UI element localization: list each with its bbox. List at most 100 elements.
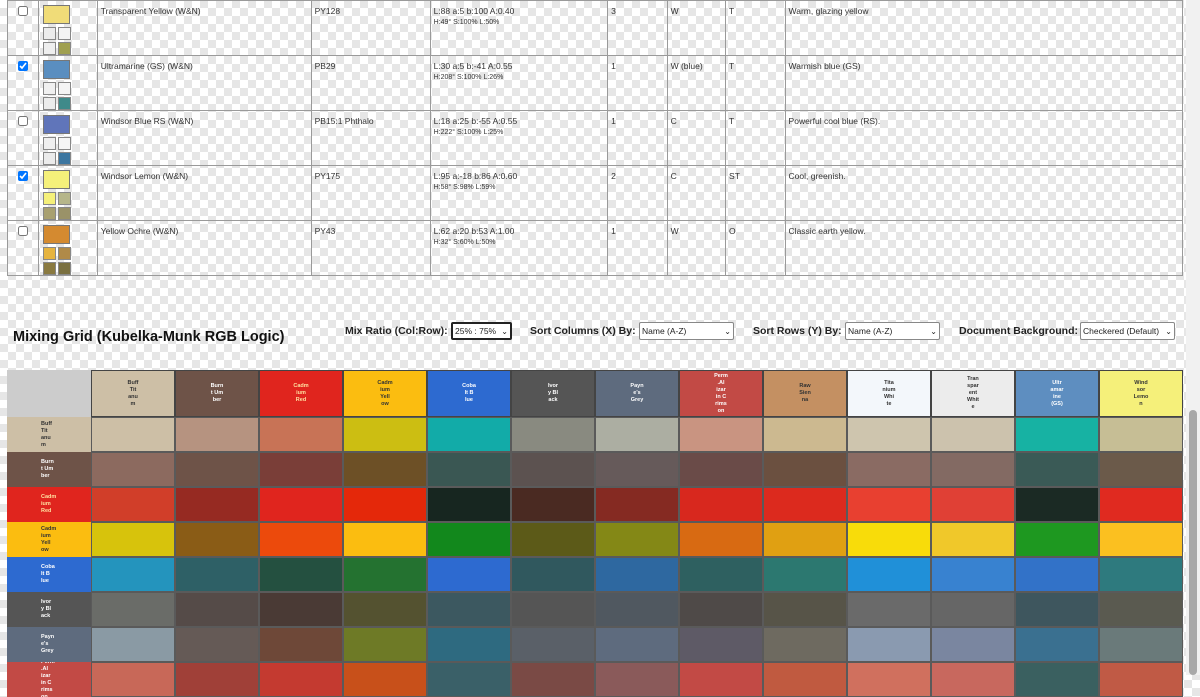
mix-cell[interactable] — [679, 627, 763, 662]
column-header[interactable]: Buff Tit anu m — [91, 370, 175, 417]
mix-cell[interactable] — [511, 627, 595, 662]
mix-cell[interactable] — [259, 487, 343, 522]
mix-cell[interactable] — [931, 557, 1015, 592]
mix-cell[interactable] — [847, 452, 931, 487]
mix-cell[interactable] — [931, 592, 1015, 627]
mix-cell[interactable] — [91, 662, 175, 697]
mix-cell[interactable] — [595, 487, 679, 522]
mix-cell[interactable] — [343, 557, 427, 592]
mix-cell[interactable] — [259, 452, 343, 487]
column-header[interactable]: Wind sor Lemo n — [1099, 370, 1183, 417]
mix-cell[interactable] — [175, 452, 259, 487]
select-paint-checkbox[interactable] — [18, 171, 29, 181]
mix-cell[interactable] — [427, 627, 511, 662]
mix-cell[interactable] — [1099, 452, 1183, 487]
mix-cell[interactable] — [259, 417, 343, 452]
mix-cell[interactable] — [1015, 662, 1099, 697]
mix-cell[interactable] — [343, 417, 427, 452]
mix-cell[interactable] — [175, 662, 259, 697]
column-header[interactable]: Cadm ium Yell ow — [343, 370, 427, 417]
mix-cell[interactable] — [1015, 417, 1099, 452]
mix-cell[interactable] — [91, 452, 175, 487]
mix-cell[interactable] — [595, 452, 679, 487]
mix-cell[interactable] — [427, 417, 511, 452]
mix-cell[interactable] — [427, 452, 511, 487]
mix-cell[interactable] — [511, 452, 595, 487]
mix-cell[interactable] — [763, 557, 847, 592]
mix-cell[interactable] — [175, 487, 259, 522]
mix-cell[interactable] — [679, 487, 763, 522]
mix-cell[interactable] — [847, 592, 931, 627]
mix-cell[interactable] — [343, 592, 427, 627]
mix-cell[interactable] — [1099, 592, 1183, 627]
row-header[interactable]: Ivor y Bl ack — [7, 592, 91, 627]
mix-cell[interactable] — [931, 662, 1015, 697]
mix-cell[interactable] — [1099, 627, 1183, 662]
mix-cell[interactable] — [91, 627, 175, 662]
mix-cell[interactable] — [427, 557, 511, 592]
row-header[interactable]: Burn t Um ber — [7, 452, 91, 487]
mix-cell[interactable] — [175, 522, 259, 557]
mix-cell[interactable] — [847, 627, 931, 662]
mix-cell[interactable] — [511, 557, 595, 592]
mix-cell[interactable] — [259, 522, 343, 557]
select-paint-checkbox[interactable] — [18, 61, 29, 71]
mix-cell[interactable] — [511, 522, 595, 557]
mix-cell[interactable] — [763, 452, 847, 487]
column-header[interactable]: Tita nium Whi te — [847, 370, 931, 417]
select-paint-checkbox[interactable] — [18, 226, 29, 236]
mix-cell[interactable] — [763, 522, 847, 557]
mix-cell[interactable] — [1015, 487, 1099, 522]
mix-cell[interactable] — [1099, 417, 1183, 452]
mix-cell[interactable] — [679, 417, 763, 452]
column-header[interactable]: Perm .Al izar in C rims on — [679, 370, 763, 417]
mix-cell[interactable] — [763, 592, 847, 627]
mix-cell[interactable] — [595, 417, 679, 452]
column-header[interactable]: Ivor y Bl ack — [511, 370, 595, 417]
mix-cell[interactable] — [1015, 592, 1099, 627]
mix-cell[interactable] — [91, 522, 175, 557]
mix-cell[interactable] — [427, 592, 511, 627]
column-header[interactable]: Raw Sien na — [763, 370, 847, 417]
mix-cell[interactable] — [847, 417, 931, 452]
mix-cell[interactable] — [931, 627, 1015, 662]
mix-cell[interactable] — [511, 487, 595, 522]
mix-cell[interactable] — [175, 417, 259, 452]
mix-cell[interactable] — [511, 417, 595, 452]
row-header[interactable]: Cadm ium Yell ow — [7, 522, 91, 557]
mix-cell[interactable] — [847, 557, 931, 592]
mix-cell[interactable] — [1015, 522, 1099, 557]
mix-cell[interactable] — [343, 452, 427, 487]
mix-cell[interactable] — [595, 627, 679, 662]
mix-cell[interactable] — [343, 487, 427, 522]
mix-cell[interactable] — [427, 662, 511, 697]
mix-cell[interactable] — [259, 627, 343, 662]
row-header[interactable]: Buff Tit anu m — [7, 417, 91, 452]
column-header[interactable]: Tran spar ent Whit e — [931, 370, 1015, 417]
scrollbar-thumb[interactable] — [1189, 410, 1197, 675]
mix-cell[interactable] — [259, 662, 343, 697]
mix-cell[interactable] — [847, 662, 931, 697]
mix-cell[interactable] — [679, 522, 763, 557]
mix-cell[interactable] — [427, 487, 511, 522]
column-header[interactable]: Cadm ium Red — [259, 370, 343, 417]
sort-columns-select[interactable]: Name (A-Z) ⌄ — [639, 322, 734, 340]
mix-cell[interactable] — [175, 627, 259, 662]
mix-cell[interactable] — [763, 487, 847, 522]
column-header[interactable]: Burn t Um ber — [175, 370, 259, 417]
mix-cell[interactable] — [91, 487, 175, 522]
mix-cell[interactable] — [595, 592, 679, 627]
mix-cell[interactable] — [679, 592, 763, 627]
mix-cell[interactable] — [175, 592, 259, 627]
sort-rows-select[interactable]: Name (A-Z) ⌄ — [845, 322, 940, 340]
mix-cell[interactable] — [931, 522, 1015, 557]
mix-cell[interactable] — [91, 592, 175, 627]
select-paint-checkbox[interactable] — [18, 116, 29, 126]
mix-cell[interactable] — [1015, 627, 1099, 662]
row-header[interactable]: Payn e's Grey — [7, 627, 91, 662]
mix-cell[interactable] — [1015, 557, 1099, 592]
column-header[interactable]: Ultr amar ine (GS) — [1015, 370, 1099, 417]
document-background-select[interactable]: Checkered (Default) ⌄ — [1080, 322, 1175, 340]
mix-cell[interactable] — [343, 522, 427, 557]
mix-cell[interactable] — [595, 522, 679, 557]
